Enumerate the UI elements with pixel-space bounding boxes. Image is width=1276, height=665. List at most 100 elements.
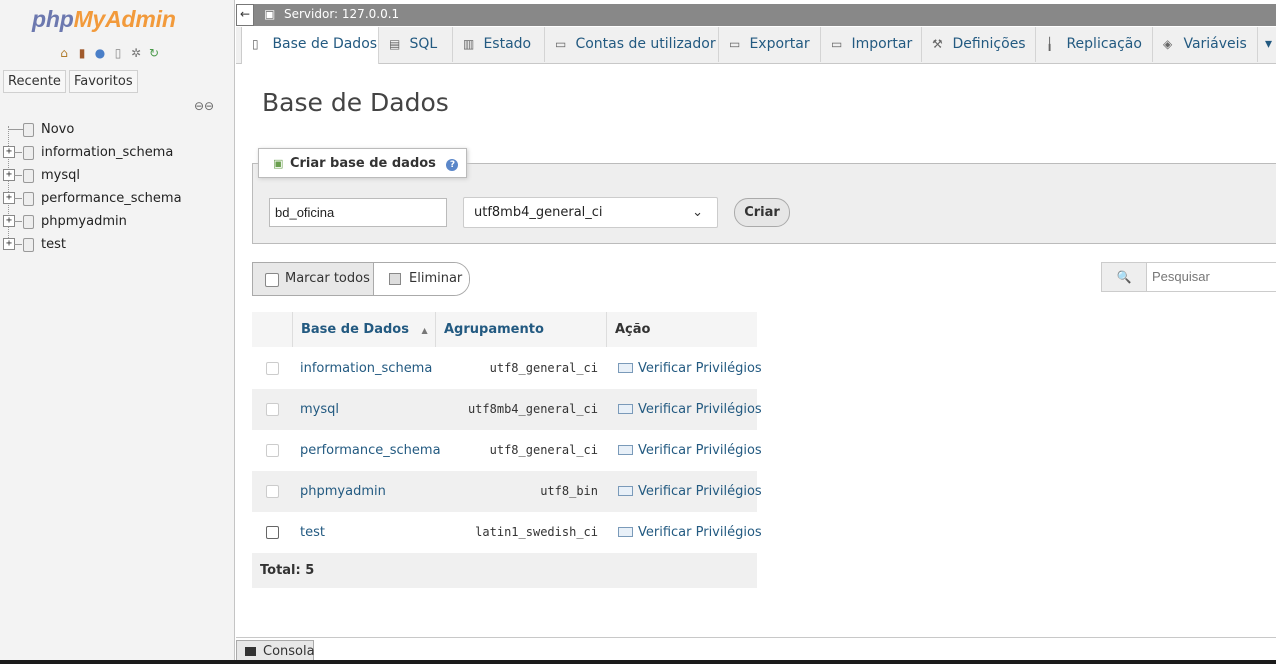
database-name-link[interactable]: information_schema xyxy=(300,348,432,389)
database-name-value: bd_oficina xyxy=(275,205,335,220)
collation-value: utf8_general_ci xyxy=(489,443,598,457)
tab-label: Replicação xyxy=(1066,36,1142,52)
home-icon[interactable]: ⌂ xyxy=(56,45,72,61)
database-name-link[interactable]: phpmyadmin xyxy=(300,471,386,512)
tree-item-label[interactable]: Novo xyxy=(41,118,74,141)
check-privileges-link[interactable]: Verificar Privilégios xyxy=(618,348,762,389)
nav-tab-recent[interactable]: Recente xyxy=(3,70,66,93)
privileges-icon xyxy=(618,486,633,496)
check-privileges-label: Verificar Privilégios xyxy=(638,525,762,540)
create-button[interactable]: Criar xyxy=(734,198,790,227)
tab-label: Contas de utilizador xyxy=(575,36,716,52)
check-privileges-label: Verificar Privilégios xyxy=(638,361,762,376)
check-privileges-label: Verificar Privilégios xyxy=(638,402,762,417)
tree-connector xyxy=(14,221,22,222)
delete-button[interactable]: Eliminar xyxy=(374,263,469,295)
search-icon: 🔍 xyxy=(1102,263,1147,291)
row-checkbox[interactable] xyxy=(266,526,279,539)
tree-connector xyxy=(14,244,22,245)
table-row: mysql utf8mb4_general_ci Verificar Privi… xyxy=(252,389,762,430)
check-all-checkbox[interactable] xyxy=(265,273,279,287)
docs-icon[interactable]: ▯ xyxy=(110,45,126,61)
nav-tab-favorites[interactable]: Favoritos xyxy=(68,70,138,93)
check-privileges-link[interactable]: Verificar Privilégios xyxy=(618,512,762,553)
users-icon: ▭ xyxy=(555,37,567,51)
tab-replication[interactable]: ╽ Replicação xyxy=(1036,27,1153,62)
database-name-link[interactable]: mysql xyxy=(300,389,339,430)
navigation-panel: phpMyAdmin ⌂ ▮ ● ▯ ✲ ↻ Recente Favoritos… xyxy=(0,0,235,664)
chevron-down-icon: ▾ xyxy=(1265,36,1273,52)
tab-import[interactable]: ▭ Importar xyxy=(821,27,922,62)
collation-selected-value: utf8mb4_general_ci xyxy=(474,205,603,220)
tree-item-label[interactable]: mysql xyxy=(41,164,80,187)
tree-item-novo[interactable]: Novo xyxy=(0,118,234,141)
tree-item-label[interactable]: performance_schema xyxy=(41,187,182,210)
databases-table: Base de Dados ▲ Agrupamento (Collation) … xyxy=(252,312,762,588)
nav-tabs: Recente Favoritos xyxy=(3,70,138,93)
tab-variables[interactable]: ◈ Variáveis xyxy=(1153,27,1258,62)
server-breadcrumb-bar: ← ▣ Servidor: 127.0.0.1 xyxy=(236,4,1276,26)
header-collation[interactable]: Agrupamento (Collation) xyxy=(436,312,607,372)
top-menu-tabs: ▯ Base de Dados ▤ SQL ▥ Estado ▭ Contas … xyxy=(236,27,1276,64)
check-all-button[interactable]: Marcar todos xyxy=(253,263,374,295)
tab-user-accounts[interactable]: ▭ Contas de utilizador xyxy=(545,27,719,62)
search-input[interactable]: Pesquisar xyxy=(1152,263,1210,291)
check-privileges-link[interactable]: Verificar Privilégios xyxy=(618,430,762,471)
page-title: Base de Dados xyxy=(262,88,449,117)
tab-label: Estado xyxy=(483,36,532,52)
row-checkbox xyxy=(266,362,279,375)
database-name-link[interactable]: performance_schema xyxy=(300,430,441,471)
tree-item-performance-schema[interactable]: + performance_schema xyxy=(0,187,234,210)
table-row: phpmyadmin utf8_bin Verificar Privilégio… xyxy=(252,471,762,512)
tab-label: Base de Dados xyxy=(272,36,378,52)
tree-item-label[interactable]: phpmyadmin xyxy=(41,210,127,233)
settings-icon[interactable]: ✲ xyxy=(128,45,144,61)
help-icon[interactable]: ? xyxy=(446,159,459,171)
table-header-row: Base de Dados ▲ Agrupamento (Collation) … xyxy=(252,312,757,372)
database-name-input[interactable]: bd_oficina xyxy=(269,198,447,227)
logo-php-text: php xyxy=(32,6,74,32)
server-breadcrumb[interactable]: Servidor: 127.0.0.1 xyxy=(284,7,399,21)
tree-connector xyxy=(14,175,22,176)
check-privileges-link[interactable]: Verificar Privilégios xyxy=(618,389,762,430)
database-icon: ▯ xyxy=(252,37,259,51)
more-tabs-button[interactable]: ▾ xyxy=(1258,27,1276,62)
tree-connector xyxy=(14,198,22,199)
search-box: 🔍 Pesquisar xyxy=(1101,262,1276,292)
console-icon xyxy=(245,647,256,656)
exit-icon[interactable]: ▮ xyxy=(74,45,90,61)
tab-settings[interactable]: ⚒ Definições xyxy=(922,27,1036,62)
table-row: test latin1_swedish_ci Verificar Privilé… xyxy=(252,512,762,553)
tab-label: SQL xyxy=(409,36,438,52)
sql-icon: ▤ xyxy=(389,37,401,51)
server-icon: ▣ xyxy=(264,7,276,21)
tree-item-mysql[interactable]: + mysql xyxy=(0,164,234,187)
tree-item-label[interactable]: test xyxy=(41,233,66,256)
import-icon: ▭ xyxy=(831,37,843,51)
collation-select[interactable]: utf8mb4_general_ci ⌄ xyxy=(463,197,718,228)
reload-icon[interactable]: ↻ xyxy=(146,45,162,61)
check-privileges-link[interactable]: Verificar Privilégios xyxy=(618,471,762,512)
tab-databases[interactable]: ▯ Base de Dados xyxy=(241,27,379,64)
tree-item-test[interactable]: + test xyxy=(0,233,234,256)
collapse-nav-button[interactable]: ← xyxy=(236,4,254,26)
collation-value: utf8_general_ci xyxy=(489,361,598,375)
tab-status[interactable]: ▥ Estado xyxy=(453,27,545,62)
tree-item-phpmyadmin[interactable]: + phpmyadmin xyxy=(0,210,234,233)
database-name-link[interactable]: test xyxy=(300,512,325,553)
tab-label: Exportar xyxy=(749,36,810,52)
phpmyadmin-logo[interactable]: phpMyAdmin xyxy=(32,6,176,33)
tab-sql[interactable]: ▤ SQL xyxy=(379,27,453,62)
row-checkbox xyxy=(266,403,279,416)
tree-item-label[interactable]: information_schema xyxy=(41,141,173,164)
tree-connector xyxy=(9,129,23,130)
tab-export[interactable]: ▭ Exportar xyxy=(719,27,821,62)
tree-item-information-schema[interactable]: + information_schema xyxy=(0,141,234,164)
header-database[interactable]: Base de Dados ▲ xyxy=(293,312,436,347)
delete-label: Eliminar xyxy=(409,271,463,286)
privileges-icon xyxy=(618,404,633,414)
quick-icons: ⌂ ▮ ● ▯ ✲ ↻ xyxy=(56,45,162,61)
link-icon[interactable]: ⊖⊖ xyxy=(194,99,214,113)
help-icon[interactable]: ● xyxy=(92,45,108,61)
privileges-icon xyxy=(618,445,633,455)
